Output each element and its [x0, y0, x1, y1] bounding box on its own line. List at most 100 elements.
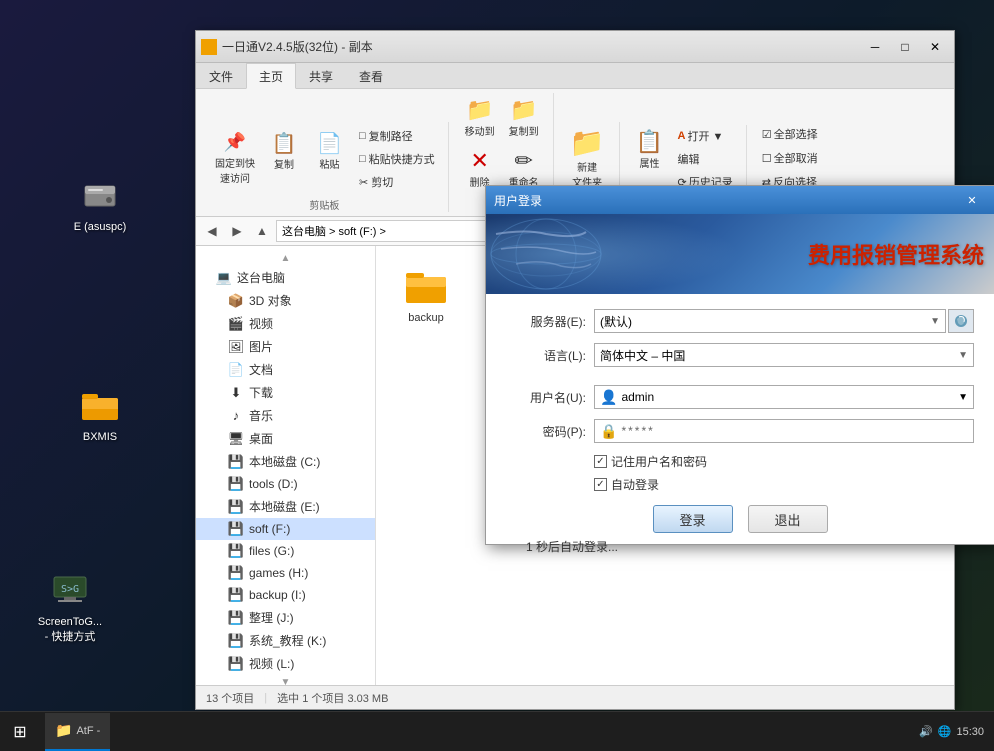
close-button[interactable]: ✕	[921, 37, 949, 57]
sidebar-item-c-drive[interactable]: 💾 本地磁盘 (C:)	[196, 450, 375, 473]
desktop-icon-label: ScreenToG...- 快捷方式	[30, 616, 110, 644]
d-drive-icon: 💾	[228, 476, 244, 492]
desktop-icon-screentog[interactable]: S>G ScreenToG...- 快捷方式	[30, 565, 110, 644]
checkbox-row-autologin: ✓ 自动登录	[594, 476, 974, 493]
start-button[interactable]: ⊞	[0, 712, 40, 751]
select-buttons: ☑ 全部选择 ☐ 全部取消 ⇄ 反向选择	[757, 123, 823, 193]
sidebar-item-desktop[interactable]: 🖥 桌面	[196, 427, 375, 450]
copy-icon: 📋	[272, 131, 297, 156]
maximize-button[interactable]: □	[891, 37, 919, 57]
sidebar-item-l-drive[interactable]: 💾 视频 (L:)	[196, 652, 375, 675]
svg-text:S>G: S>G	[61, 584, 79, 595]
ribbon-tabs: 文件 主页 共享 查看	[196, 63, 954, 89]
video-folder-icon: 🎬	[228, 316, 244, 332]
dialog-title-bar: 用户登录 ✕	[486, 186, 994, 214]
3d-icon: 📦	[228, 293, 244, 309]
remember-checkbox[interactable]: ✓	[594, 455, 607, 468]
clock: 15:30	[956, 726, 984, 738]
password-row: 密码(P): 🔒 *****	[506, 419, 974, 443]
copy-path-button[interactable]: □ 复制路径	[354, 125, 440, 147]
sidebar-item-j-drive[interactable]: 💾 整理 (J:)	[196, 606, 375, 629]
autologin-checkbox-item[interactable]: ✓ 自动登录	[594, 476, 659, 493]
open-button[interactable]: A 打开 ▼	[673, 125, 738, 147]
sidebar-item-h-drive[interactable]: 💾 games (H:)	[196, 562, 375, 584]
dialog-close-button[interactable]: ✕	[958, 190, 986, 210]
move-to-button[interactable]: 📁 移动到	[459, 93, 501, 142]
copy-path-icon: □	[359, 130, 366, 142]
pin-icon: 📌	[223, 131, 247, 155]
language-label: 语言(L):	[506, 347, 586, 364]
properties-icon: 📋	[636, 129, 663, 155]
server-config-button[interactable]	[948, 309, 974, 333]
back-button[interactable]: ◀	[201, 220, 223, 242]
language-select[interactable]: 简体中文 – 中国 ▼	[594, 343, 974, 367]
server-select[interactable]: (默认) ▼	[594, 309, 946, 333]
deselect-all-button[interactable]: ☐ 全部取消	[757, 147, 823, 169]
sidebar-item-music[interactable]: ♪ 音乐	[196, 404, 375, 427]
autologin-label: 自动登录	[611, 476, 659, 493]
sidebar-item-downloads[interactable]: ⬇ 下载	[196, 381, 375, 404]
paste-shortcut-button[interactable]: □ 粘贴快捷方式	[354, 148, 440, 170]
paste-shortcut-icon: □	[359, 153, 366, 165]
tab-share[interactable]: 共享	[296, 63, 346, 88]
edit-button[interactable]: 编辑	[673, 148, 738, 170]
cut-button[interactable]: ✂ 剪切	[354, 171, 440, 193]
tab-file[interactable]: 文件	[196, 63, 246, 88]
sidebar-item-i-drive[interactable]: 💾 backup (I:)	[196, 584, 375, 606]
volume-icon[interactable]: 🔊	[919, 725, 933, 738]
checkbox-row-remember: ✓ 记住用户名和密码	[594, 453, 974, 470]
taskbar-item-explorer[interactable]: 📁 AtF -	[45, 713, 110, 751]
music-icon: ♪	[228, 408, 244, 424]
h-drive-icon: 💾	[228, 565, 244, 581]
select-all-button[interactable]: ☑ 全部选择	[757, 123, 823, 145]
pin-button[interactable]: 📌 固定到快速访问	[209, 127, 261, 189]
j-drive-icon: 💾	[228, 610, 244, 626]
taskbar: ⊞ 📁 AtF - 🔊 🌐 15:30	[0, 711, 994, 751]
sidebar-item-video[interactable]: 🎬 视频	[196, 312, 375, 335]
new-folder-icon: 📁	[570, 126, 605, 159]
minimize-button[interactable]: ─	[861, 37, 889, 57]
folder-icon	[76, 380, 124, 428]
sidebar-item-f-drive[interactable]: 💾 soft (F:)	[196, 518, 375, 540]
sidebar-item-k-drive[interactable]: 💾 系统_教程 (K:)	[196, 629, 375, 652]
deselect-icon: ☐	[762, 152, 772, 165]
autologin-checkbox[interactable]: ✓	[594, 478, 607, 491]
forward-button[interactable]: ▶	[226, 220, 248, 242]
cancel-button[interactable]: 退出	[748, 505, 828, 533]
tab-home[interactable]: 主页	[246, 63, 296, 89]
sidebar-item-documents[interactable]: 📄 文档	[196, 358, 375, 381]
pictures-icon: 🖼	[228, 339, 244, 355]
e-drive-icon: 💾	[228, 499, 244, 515]
sidebar-item-pictures[interactable]: 🖼 图片	[196, 335, 375, 358]
window-icon	[201, 39, 217, 55]
desktop-icon-bxmis[interactable]: BXMIS	[60, 380, 140, 443]
remember-checkbox-item[interactable]: ✓ 记住用户名和密码	[594, 453, 707, 470]
up-button[interactable]: ▲	[251, 220, 273, 242]
pc-icon: 💻	[216, 270, 232, 286]
login-button[interactable]: 登录	[653, 505, 733, 533]
copy-to-icon: 📁	[510, 97, 537, 123]
server-row: 服务器(E): (默认) ▼	[506, 309, 974, 333]
ribbon-group-clipboard: 📌 固定到快速访问 📋 复制 📄	[201, 122, 449, 212]
sidebar-item-3d[interactable]: 📦 3D 对象	[196, 289, 375, 312]
documents-icon: 📄	[228, 362, 244, 378]
backup-folder-icon	[402, 261, 450, 309]
copy-button[interactable]: 📋 复制	[264, 127, 304, 175]
k-drive-icon: 💾	[228, 633, 244, 649]
sidebar-item-g-drive[interactable]: 💾 files (G:)	[196, 540, 375, 562]
window-title: 一日通V2.4.5版(32位) - 副本	[222, 38, 861, 55]
network-icon[interactable]: 🌐	[938, 725, 952, 738]
new-folder-button[interactable]: 📁 新建文件夹	[564, 122, 611, 193]
dialog-title-text: 用户登录	[494, 192, 958, 209]
properties-button[interactable]: 📋 属性	[630, 125, 670, 193]
sidebar-item-e-drive[interactable]: 💾 本地磁盘 (E:)	[196, 495, 375, 518]
sidebar-item-d-drive[interactable]: 💾 tools (D:)	[196, 473, 375, 495]
desktop-icon-e-drive[interactable]: E (asuspc)	[60, 170, 140, 233]
sidebar-item-this-pc[interactable]: 💻 这台电脑	[196, 266, 375, 289]
paste-button[interactable]: 📄 粘贴	[307, 127, 352, 175]
desktop-icon-label: E (asuspc)	[60, 221, 140, 233]
tab-view[interactable]: 查看	[346, 63, 396, 88]
delete-icon: ✕	[470, 148, 488, 174]
copy-to-button[interactable]: 📁 复制到	[503, 93, 545, 142]
file-item-backup[interactable]: backup	[386, 256, 466, 329]
